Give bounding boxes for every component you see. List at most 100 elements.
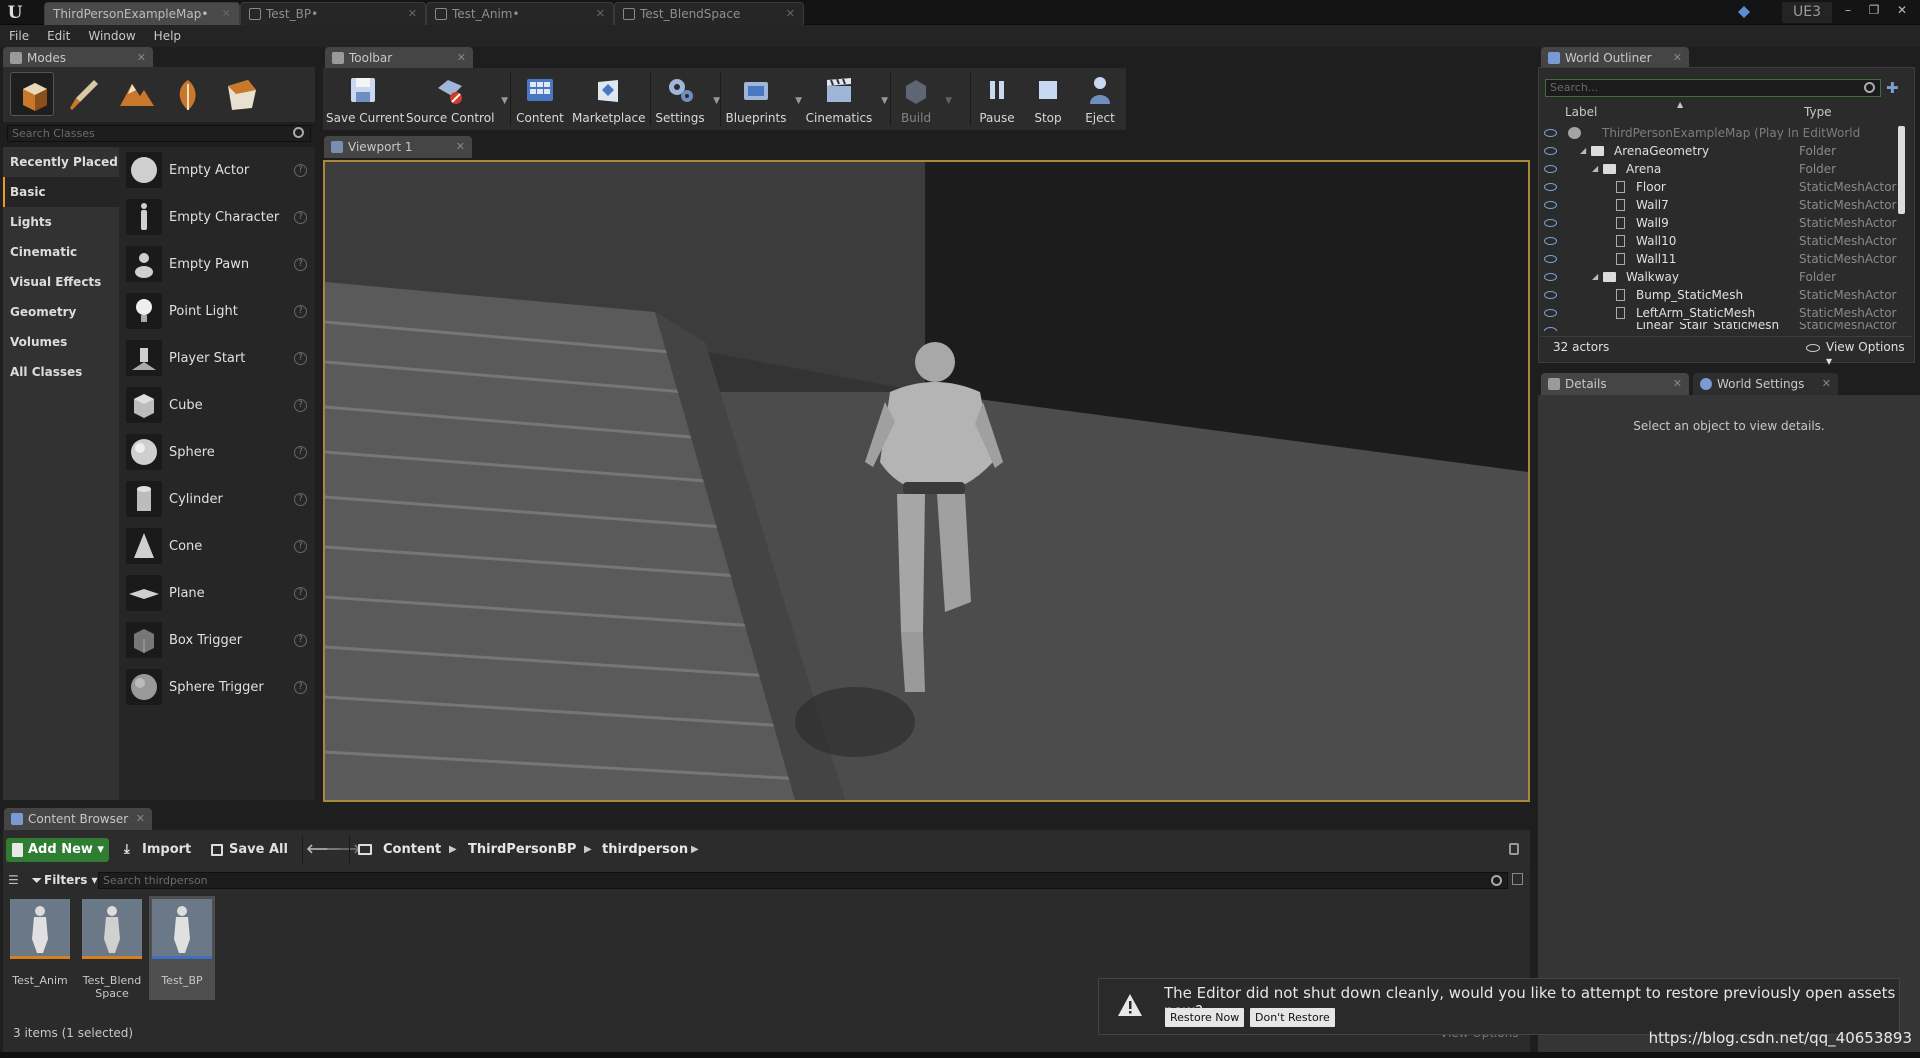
geometry-edit-mode-button[interactable] [218, 72, 262, 116]
category-cinematic[interactable]: Cinematic [3, 237, 119, 267]
outliner-row-arenageometry[interactable]: ◢ ArenaGeometry Folder [1540, 142, 1900, 160]
help-icon[interactable]: ? [294, 493, 307, 506]
breadcrumb-content[interactable]: Content [383, 838, 441, 862]
help-icon[interactable]: ? [294, 634, 307, 647]
close-window-button[interactable]: ✕ [1892, 2, 1912, 18]
close-icon[interactable]: ✕ [457, 47, 466, 69]
close-icon[interactable]: ✕ [222, 3, 231, 25]
expand-arrow-icon[interactable]: ◢ [1592, 160, 1598, 178]
outliner-row-wall9[interactable]: Wall9 StaticMeshActor [1540, 214, 1900, 232]
expand-arrow-icon[interactable]: ◢ [1592, 268, 1598, 286]
close-icon[interactable]: ✕ [1673, 47, 1682, 69]
content-browser-tab[interactable]: Content Browser ✕ [4, 808, 152, 830]
help-icon[interactable]: ? [294, 540, 307, 553]
visibility-eye-icon[interactable] [1544, 291, 1557, 299]
menu-help[interactable]: Help [145, 25, 190, 47]
visibility-eye-icon[interactable] [1544, 273, 1557, 281]
place-mode-button[interactable] [10, 72, 54, 116]
outliner-row-world[interactable]: ThirdPersonExampleMap (Play In EditWorld [1540, 124, 1900, 142]
help-icon[interactable]: ? [294, 352, 307, 365]
outliner-scrollbar[interactable] [1898, 126, 1905, 214]
minimize-button[interactable]: – [1838, 2, 1858, 18]
close-icon[interactable]: ✕ [786, 3, 795, 25]
marketplace-button[interactable]: Marketplace [572, 68, 646, 130]
eject-button[interactable]: Eject [1078, 68, 1122, 130]
place-item-cylinder[interactable]: Cylinder ? [119, 476, 315, 523]
content-button[interactable]: Content [514, 68, 566, 130]
maximize-button[interactable]: ❐ [1864, 2, 1884, 18]
dropdown-arrow-icon[interactable]: ▼ [501, 96, 508, 106]
forward-arrow-icon[interactable]: 🡒 [326, 838, 361, 862]
add-new-button[interactable]: Add New ▾ [6, 838, 109, 862]
modes-tab[interactable]: Modes ✕ [3, 47, 153, 69]
settings-button[interactable]: Settings ▼ [654, 68, 720, 130]
close-icon[interactable]: ✕ [1673, 373, 1682, 395]
place-item-cone[interactable]: Cone ? [119, 523, 315, 570]
place-item-empty-actor[interactable]: Empty Actor ? [119, 147, 315, 194]
category-lights[interactable]: Lights [3, 207, 119, 237]
breadcrumb-separator-icon[interactable]: ▶ [691, 838, 699, 862]
blueprints-button[interactable]: Blueprints ▼ [724, 68, 802, 130]
doc-tab-test-blendspace[interactable]: Test_BlendSpace ✕ [614, 2, 804, 25]
expand-arrow-icon[interactable]: ◢ [1580, 142, 1586, 160]
help-icon[interactable]: ? [294, 211, 307, 224]
foliage-mode-button[interactable] [166, 72, 210, 116]
help-icon[interactable]: ? [294, 305, 307, 318]
help-icon[interactable]: ? [294, 164, 307, 177]
outliner-search-input[interactable]: Search... [1545, 79, 1881, 97]
outliner-row-leftarm-staticmesh[interactable]: LeftArm_StaticMesh StaticMeshActor [1540, 304, 1900, 322]
source-control-status-icon[interactable] [1736, 4, 1752, 20]
asset-test-anim[interactable]: Test_Anim [7, 896, 73, 1000]
world-settings-tab[interactable]: World Settings ✕ [1693, 373, 1838, 395]
place-item-cube[interactable]: Cube ? [119, 382, 315, 429]
source-control-button[interactable]: Source Control ▼ [406, 68, 508, 130]
outliner-row-linear-stair-staticmesh[interactable]: Linear_Stair_StaticMesh StaticMeshActor [1540, 322, 1900, 331]
outliner-row-wall11[interactable]: Wall11 StaticMeshActor [1540, 250, 1900, 268]
place-item-empty-pawn[interactable]: Empty Pawn ? [119, 241, 315, 288]
breadcrumb-thirdperson[interactable]: thirdperson [602, 838, 688, 862]
dropdown-arrow-icon[interactable]: ▼ [713, 96, 720, 106]
save-all-button[interactable]: Save All [209, 838, 288, 862]
filters-button[interactable]: ⏷ Filters ▾ [30, 872, 98, 889]
outliner-row-walkway[interactable]: ◢ Walkway Folder [1540, 268, 1900, 286]
restore-now-button[interactable]: Restore Now [1165, 1008, 1245, 1027]
place-item-sphere[interactable]: Sphere ? [119, 429, 315, 476]
menu-edit[interactable]: Edit [38, 25, 79, 47]
breadcrumb-separator-icon[interactable]: ▶ [449, 838, 457, 862]
visibility-eye-icon[interactable] [1544, 237, 1557, 245]
breadcrumb-thirdpersonbp[interactable]: ThirdPersonBP [468, 838, 576, 862]
place-item-empty-character[interactable]: Empty Character ? [119, 194, 315, 241]
visibility-eye-icon[interactable] [1544, 219, 1557, 227]
category-recently-placed[interactable]: Recently Placed [3, 147, 119, 177]
sources-panel-toggle-icon[interactable]: ☰ [8, 873, 24, 887]
visibility-eye-icon[interactable] [1544, 147, 1557, 155]
asset-test-bp[interactable]: Test_BP [149, 896, 215, 1000]
column-header-label[interactable]: Label [1565, 103, 1597, 121]
column-header-type[interactable]: Type [1804, 103, 1832, 121]
visibility-eye-icon[interactable] [1544, 201, 1557, 209]
place-item-sphere-trigger[interactable]: Sphere Trigger ? [119, 664, 315, 711]
category-basic[interactable]: Basic [3, 177, 119, 207]
outliner-row-floor[interactable]: Floor StaticMeshActor [1540, 178, 1900, 196]
close-icon[interactable]: ✕ [408, 3, 417, 25]
cinematics-button[interactable]: Cinematics ▼ [804, 68, 888, 130]
toolbar-tab[interactable]: Toolbar ✕ [325, 47, 473, 69]
search-classes-input[interactable]: Search Classes [7, 125, 311, 142]
category-visual-effects[interactable]: Visual Effects [3, 267, 119, 297]
details-tab[interactable]: Details ✕ [1541, 373, 1689, 395]
place-item-player-start[interactable]: Player Start ? [119, 335, 315, 382]
save-search-icon[interactable] [1512, 873, 1523, 885]
visibility-eye-icon[interactable] [1544, 327, 1557, 331]
outliner-row-arena[interactable]: ◢ Arena Folder [1540, 160, 1900, 178]
visibility-eye-icon[interactable] [1544, 255, 1557, 263]
level-viewport[interactable] [323, 160, 1530, 802]
dont-restore-button[interactable]: Don't Restore [1250, 1008, 1335, 1027]
build-button[interactable]: Build ▼ [894, 68, 952, 130]
dropdown-arrow-icon[interactable]: ▼ [945, 96, 952, 106]
help-icon[interactable]: ? [294, 681, 307, 694]
close-icon[interactable]: ✕ [136, 808, 145, 830]
viewport-tab[interactable]: Viewport 1 ✕ [324, 136, 472, 158]
folder-icon[interactable] [358, 844, 372, 855]
close-icon[interactable]: ✕ [596, 3, 605, 25]
category-all-classes[interactable]: All Classes [3, 357, 119, 387]
